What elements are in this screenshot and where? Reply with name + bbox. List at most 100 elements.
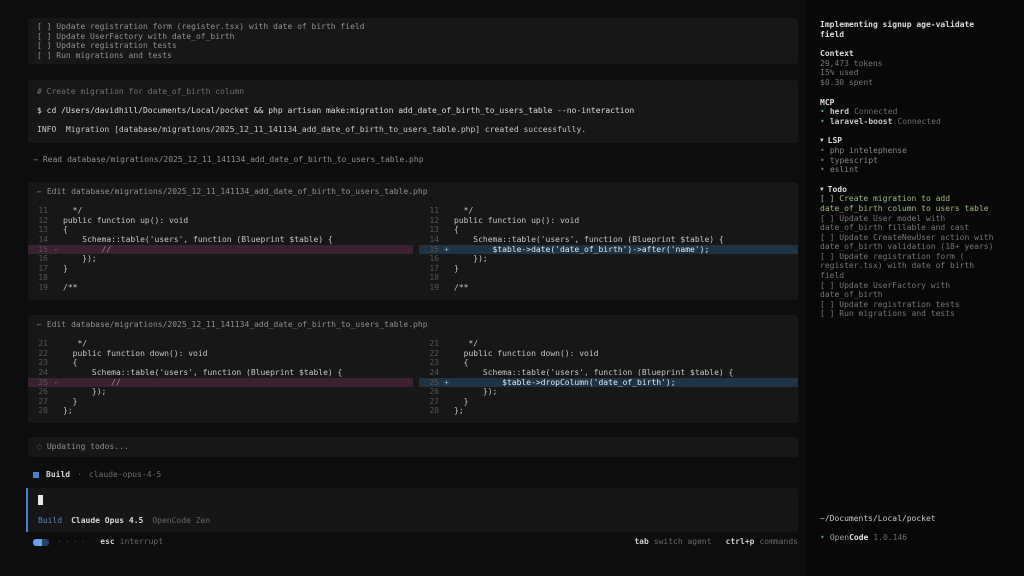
code-text: /** (454, 283, 468, 293)
context-stat-line: $0.30 spent (820, 78, 996, 88)
read-label: Read (43, 155, 62, 165)
sidebar-todo-item: [ ] Update registration form ( register.… (820, 252, 996, 281)
diff-marker (439, 339, 454, 349)
todo-section-header[interactable]: ▼ Todo (820, 185, 996, 195)
line-number: 28 (419, 406, 439, 416)
diff-line: 16 }); (28, 254, 413, 264)
line-number: 14 (419, 235, 439, 245)
diff-marker (48, 264, 63, 274)
line-number: 17 (419, 264, 439, 274)
lsp-section-header[interactable]: ▼ LSP (820, 136, 996, 146)
line-number: 16 (28, 254, 48, 264)
diff-line: 28 }; (28, 406, 413, 416)
line-number: 26 (28, 387, 48, 397)
diff-marker (439, 216, 454, 226)
working-directory: ~/Documents/Local/pocket (820, 514, 936, 524)
agent-name: Build (46, 470, 70, 480)
diff-line: 18 (419, 273, 798, 283)
diff-marker (48, 254, 63, 264)
section-header-label: Context (820, 49, 854, 59)
mcp-server-status: Connected (897, 117, 940, 127)
diff-pane-old: 11 */ 12 public function up(): void 13 (28, 206, 413, 292)
bullet-icon: • (820, 146, 825, 156)
context-stats: 29,473 tokens 15% used $0.30 spent (820, 59, 996, 88)
progress-pill-icon (33, 539, 49, 546)
code-text: public function down(): void (63, 349, 208, 359)
switch-agent-hint: tab switch agent (634, 537, 711, 547)
diff-marker (48, 216, 63, 226)
code-text: $table->date('date_of_birth')->after('na… (454, 245, 709, 255)
sidebar-todo-item: [ ] Update UserFactory with date_of_birt… (820, 281, 996, 300)
diff-line: 22 public function down(): void (28, 349, 413, 359)
lsp-server-name: php intelephense (830, 146, 907, 156)
diff-line: 15 - // (28, 245, 413, 255)
line-number: 22 (28, 349, 48, 359)
diff-line: 21 */ (28, 339, 413, 349)
agent-square-icon (33, 472, 39, 478)
diff-pane-new: 21 */ 22 public function down(): void 23 (419, 339, 798, 416)
blank-line (37, 97, 789, 107)
bullet-icon: • (820, 156, 825, 166)
edit-file-path: database/migrations/2025_12_11_141134_ad… (71, 320, 427, 330)
line-number: 18 (419, 273, 439, 283)
diff-line: 13 { (419, 225, 798, 235)
line-number: 25 (419, 378, 439, 388)
code-text: */ (63, 339, 87, 349)
chat-scrollback[interactable]: [ ] Update registration form (register.t… (0, 0, 806, 576)
diff-marker (48, 358, 63, 368)
sidebar-todo-item: [ ] Create migration to add date_of_birt… (820, 194, 996, 213)
lsp-item: • eslint (820, 165, 996, 175)
arrow-left-icon: ← (37, 320, 42, 330)
diff-marker (439, 406, 454, 416)
diff-line: 27 } (28, 397, 413, 407)
diff-header: ← Edit database/migrations/2025_12_11_14… (28, 320, 798, 330)
diff-line: 13 { (28, 225, 413, 235)
section-header-label: LSP (828, 136, 842, 146)
code-text: } (454, 397, 468, 407)
code-text: }); (63, 387, 106, 397)
code-text: Schema::table('users', function (Bluepri… (454, 368, 733, 378)
line-number: 13 (419, 225, 439, 235)
section-header-label: MCP (820, 98, 834, 108)
line-number: 17 (28, 264, 48, 274)
chevron-down-icon: ▼ (820, 136, 824, 146)
hint-label: commands (759, 537, 798, 547)
separator-dot: · (77, 470, 82, 480)
diff-line: 11 */ (419, 206, 798, 216)
bullet-icon: • (820, 165, 825, 175)
diff-marker (48, 283, 63, 293)
mcp-section-header: MCP (820, 98, 996, 108)
mcp-item: • herd Connected (820, 107, 996, 117)
diff-line: 23 { (28, 358, 413, 368)
code-text: } (63, 264, 68, 274)
diff-line: 21 */ (419, 339, 798, 349)
prompt-input[interactable]: Build Claude Opus 4.5 OpenCode Zen (26, 488, 798, 532)
diff-line: 23 { (419, 358, 798, 368)
diff-line: 26 }); (28, 387, 413, 397)
working-status-text: Updating todos... (47, 442, 129, 452)
code-text: { (454, 358, 468, 368)
code-text: */ (454, 339, 478, 349)
code-text: Schema::table('users', function (Bluepri… (454, 235, 724, 245)
line-number: 27 (419, 397, 439, 407)
diff-marker (48, 273, 63, 283)
line-number: 12 (28, 216, 48, 226)
line-number: 19 (419, 283, 439, 293)
code-text: */ (63, 206, 82, 216)
code-text: */ (454, 206, 473, 216)
diff-line: 12 public function up(): void (28, 216, 413, 226)
input-footer: Build Claude Opus 4.5 OpenCode Zen (38, 516, 210, 526)
working-status-block: ◌ Updating todos... (28, 437, 798, 457)
code-text: // (63, 245, 111, 255)
context-stat-line: 29,473 tokens (820, 59, 996, 69)
lsp-server-name: typescript (830, 156, 878, 166)
context-stat-line: 15% used (820, 68, 996, 78)
code-text: }); (63, 254, 97, 264)
diff-marker (48, 397, 63, 407)
bash-comment: # Create migration for date_of_birth col… (37, 87, 789, 97)
code-text: }; (63, 406, 73, 416)
diff-line: 19 /** (28, 283, 413, 293)
commands-hint: ctrl+p commands (726, 537, 798, 547)
diff-line: 14 Schema::table('users', function (Blue… (419, 235, 798, 245)
bullet-icon: • (820, 107, 825, 117)
